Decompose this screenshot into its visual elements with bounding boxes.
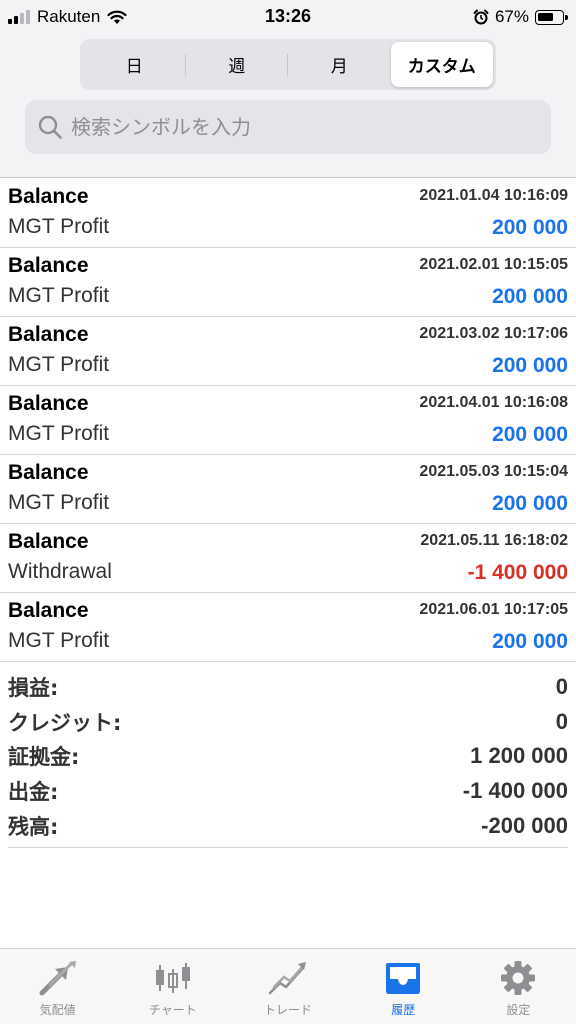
summary-value: -200 000 — [481, 812, 568, 838]
trade-trend-icon — [268, 962, 306, 995]
deal-type: Balance — [8, 392, 89, 415]
summary-label: 損益: — [8, 676, 59, 701]
deal-datetime: 2021.05.03 10:15:04 — [419, 463, 568, 480]
deal-comment: MGT Profit — [8, 284, 110, 307]
battery-icon — [535, 9, 568, 25]
summary-value: 0 — [555, 708, 568, 734]
summary-label: 出金: — [8, 780, 59, 805]
deal-amount: 200 000 — [492, 630, 568, 653]
period-selector: 日 週 月 カスタム — [80, 39, 496, 90]
history-header: 日 週 月 カスタム — [0, 36, 576, 178]
history-row[interactable]: Balance 2021.06.01 10:17:05 MGT Profit 2… — [0, 593, 576, 662]
tab-settings[interactable]: 設定 — [461, 949, 576, 1024]
status-right: 67% — [473, 6, 568, 28]
tab-quotes[interactable]: 気配値 — [0, 949, 115, 1024]
summary-value: -1 400 000 — [462, 778, 568, 804]
tab-trade[interactable]: トレード — [230, 949, 345, 1024]
history-row[interactable]: Balance 2021.03.02 10:17:06 MGT Profit 2… — [0, 317, 576, 386]
settings-gear-icon — [501, 961, 536, 995]
deal-datetime: 2021.01.04 10:16:09 — [419, 187, 568, 204]
deal-datetime: 2021.05.11 16:18:02 — [420, 532, 568, 549]
summary-label: 証拠金: — [8, 745, 80, 770]
tab-custom[interactable]: カスタム — [390, 42, 493, 87]
search-icon — [38, 115, 62, 139]
search-input[interactable] — [71, 115, 511, 139]
search-bar[interactable] — [25, 100, 551, 154]
deal-amount: 200 000 — [492, 285, 568, 308]
deal-type: Balance — [8, 323, 89, 346]
tab-label: 設定 — [506, 1003, 531, 1017]
summary-label: 残高: — [8, 814, 59, 839]
deal-comment: MGT Profit — [8, 422, 110, 445]
tab-chart[interactable]: チャート — [115, 949, 230, 1024]
tab-label: トレード — [264, 1003, 313, 1017]
deal-amount: -1 400 000 — [467, 561, 568, 584]
history-row[interactable]: Balance 2021.05.03 10:15:04 MGT Profit 2… — [0, 455, 576, 524]
summary-balance: 残高: -200 000 — [8, 808, 568, 843]
history-inbox-icon — [386, 963, 421, 994]
tab-month[interactable]: 月 — [288, 42, 391, 87]
deal-type: Balance — [8, 530, 89, 553]
tab-label: 履歴 — [391, 1003, 416, 1017]
alarm-icon — [473, 9, 489, 25]
deal-amount: 200 000 — [492, 492, 568, 515]
deal-type: Balance — [8, 599, 89, 622]
tab-week[interactable]: 週 — [186, 42, 289, 87]
deal-datetime: 2021.02.01 10:15:05 — [419, 256, 568, 273]
tab-label: チャート — [148, 1003, 197, 1017]
deal-comment: MGT Profit — [8, 353, 110, 376]
history-row[interactable]: Balance 2021.01.04 10:16:09 MGT Profit 2… — [0, 179, 576, 248]
deal-amount: 200 000 — [492, 354, 568, 377]
candlestick-chart-icon — [155, 963, 190, 993]
history-row[interactable]: Balance 2021.05.11 16:18:02 Withdrawal -… — [0, 524, 576, 593]
history-row[interactable]: Balance 2021.02.01 10:15:05 MGT Profit 2… — [0, 248, 576, 317]
deal-datetime: 2021.06.01 10:17:05 — [419, 601, 568, 618]
summary-deposit: 証拠金: 1 200 000 — [8, 739, 568, 774]
deal-type: Balance — [8, 254, 89, 277]
summary-profit: 損益: 0 — [8, 670, 568, 705]
deal-amount: 200 000 — [492, 423, 568, 446]
deal-amount: 200 000 — [492, 216, 568, 239]
tab-history[interactable]: 履歴 — [346, 949, 461, 1024]
deal-comment: MGT Profit — [8, 215, 110, 238]
history-row[interactable]: Balance 2021.04.01 10:16:08 MGT Profit 2… — [0, 386, 576, 455]
battery-percentage: 67% — [494, 7, 529, 26]
status-bar: Rakuten 13:26 67% — [0, 0, 576, 36]
summary-credit: クレジット: 0 — [8, 705, 568, 740]
summary-value: 1 200 000 — [470, 743, 568, 769]
account-summary: 損益: 0 クレジット: 0 証拠金: 1 200 000 出金: -1 400… — [8, 670, 568, 848]
deal-type: Balance — [8, 185, 89, 208]
bottom-tab-bar: 気配値 チャート トレード 履歴 設定 — [0, 948, 576, 1024]
deal-datetime: 2021.04.01 10:16:08 — [419, 394, 568, 411]
history-list: Balance 2021.01.04 10:16:09 MGT Profit 2… — [0, 179, 576, 662]
deal-comment: MGT Profit — [8, 629, 110, 652]
tab-label: 気配値 — [39, 1003, 76, 1017]
deal-comment: MGT Profit — [8, 491, 110, 514]
summary-value: 0 — [555, 674, 568, 700]
quotes-arrows-icon — [39, 961, 76, 996]
tab-day[interactable]: 日 — [83, 42, 186, 87]
deal-comment: Withdrawal — [8, 560, 112, 583]
deal-datetime: 2021.03.02 10:17:06 — [419, 325, 568, 342]
deal-type: Balance — [8, 461, 89, 484]
summary-label: クレジット: — [8, 710, 122, 735]
summary-withdrawal: 出金: -1 400 000 — [8, 774, 568, 809]
